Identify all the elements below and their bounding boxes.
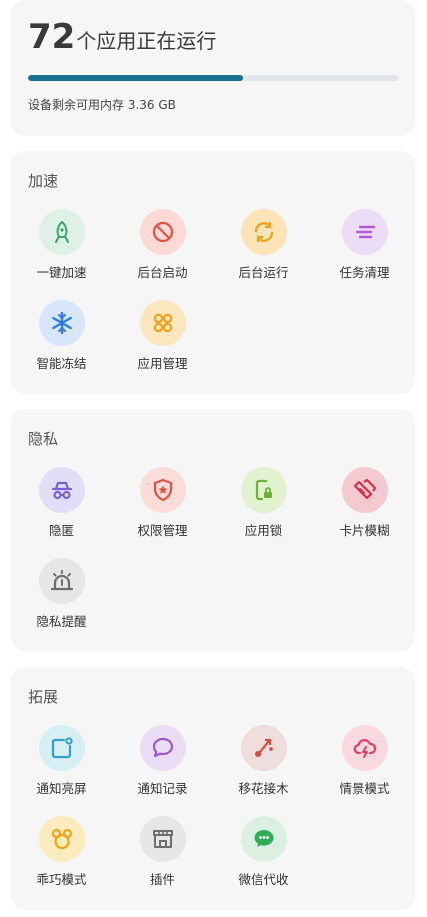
mouse-ears-icon — [38, 816, 85, 862]
feature-item-label: 权限管理 — [137, 523, 188, 538]
feature-item[interactable]: 权限管理 — [112, 467, 213, 558]
section-accelerate: 加速 一键加速 后台启动 后台运行 任务清理智能冻结 应用管理 — [11, 151, 415, 394]
feature-item[interactable]: 任务清理 — [314, 209, 415, 300]
shield-icon — [139, 467, 186, 513]
shop-icon — [139, 816, 186, 862]
wechat-icon — [240, 816, 287, 862]
feature-item[interactable]: 一键加速 — [11, 209, 112, 300]
feature-item[interactable]: 隐私提醒 — [11, 558, 112, 649]
memory-progress-bar — [28, 75, 398, 81]
card-blur-icon — [341, 467, 388, 513]
feature-item[interactable]: 通知记录 — [112, 725, 213, 816]
feature-item-label: 隐私提醒 — [36, 614, 87, 629]
running-apps-headline: 72 个应用正在运行 — [28, 16, 216, 62]
feature-item[interactable]: 卡片模糊 — [314, 467, 415, 558]
feature-item[interactable]: 通知亮屏 — [11, 725, 112, 816]
rocket-icon — [38, 209, 85, 255]
section-title-accelerate: 加速 — [28, 172, 59, 190]
feature-item-label: 乖巧模式 — [36, 872, 87, 887]
feature-item-label: 应用管理 — [137, 356, 188, 371]
feature-item-label: 隐匿 — [48, 523, 74, 538]
graft-icon — [240, 725, 287, 771]
feature-item[interactable]: 后台启动 — [112, 209, 213, 300]
memory-summary-card: 72 个应用正在运行 设备剩余可用内存 3.36 GB — [11, 0, 415, 136]
apps-icon — [139, 300, 186, 346]
feature-item[interactable]: 后台运行 — [213, 209, 314, 300]
section-privacy: 隐私 隐匿 权限管理 应用锁 卡片模糊隐私提醒 — [11, 409, 415, 651]
feature-item-label: 后台运行 — [238, 265, 289, 280]
feature-item[interactable]: 隐匿 — [11, 467, 112, 558]
feature-item-label: 通知亮屏 — [36, 781, 87, 796]
feature-item-label: 通知记录 — [137, 781, 188, 796]
feature-item[interactable]: 智能冻结 — [11, 300, 112, 391]
feature-item-label: 插件 — [149, 872, 175, 887]
feature-item[interactable]: 应用管理 — [112, 300, 213, 391]
clean-icon — [341, 209, 388, 255]
feature-item[interactable]: 情景模式 — [314, 725, 415, 816]
feature-item-label: 应用锁 — [244, 523, 283, 538]
feature-item-label: 移花接木 — [238, 781, 289, 796]
feature-item-label: 情景模式 — [339, 781, 390, 796]
feature-item-label: 后台启动 — [137, 265, 188, 280]
free-memory-text: 设备剩余可用内存 3.36 GB — [28, 98, 176, 112]
section-title-expand: 拓展 — [28, 688, 59, 706]
feature-item[interactable]: 微信代收 — [213, 816, 314, 907]
memory-progress-fill — [28, 75, 243, 81]
running-app-text: 个应用正在运行 — [76, 29, 217, 53]
feature-item-label: 一键加速 — [36, 265, 87, 280]
incognito-icon — [38, 467, 85, 513]
cloud-bolt-icon — [341, 725, 388, 771]
feature-item[interactable]: 应用锁 — [213, 467, 314, 558]
section-expand: 拓展 通知亮屏 通知记录 移花接木 情景模式乖巧模式 插件 微信代收 — [11, 667, 415, 910]
feature-item-label: 微信代收 — [238, 872, 289, 887]
expand-grid: 通知亮屏 通知记录 移花接木 情景模式乖巧模式 插件 微信代收 — [11, 725, 415, 907]
snowflake-icon — [38, 300, 85, 346]
alarm-icon — [38, 558, 85, 604]
feature-item[interactable]: 插件 — [112, 816, 213, 907]
feature-item-label: 任务清理 — [339, 265, 390, 280]
lock-icon — [240, 467, 287, 513]
accelerate-grid: 一键加速 后台启动 后台运行 任务清理智能冻结 应用管理 — [11, 209, 415, 391]
feature-item[interactable]: 乖巧模式 — [11, 816, 112, 907]
running-app-count: 72 — [28, 17, 76, 57]
refresh-icon — [240, 209, 287, 255]
feature-item[interactable]: 移花接木 — [213, 725, 314, 816]
chat-bubble-icon — [139, 725, 186, 771]
privacy-grid: 隐匿 权限管理 应用锁 卡片模糊隐私提醒 — [11, 467, 415, 649]
ban-icon — [139, 209, 186, 255]
notify-screen-icon — [38, 725, 85, 771]
section-title-privacy: 隐私 — [28, 430, 59, 448]
feature-item-label: 智能冻结 — [36, 356, 87, 371]
feature-item-label: 卡片模糊 — [339, 523, 390, 538]
